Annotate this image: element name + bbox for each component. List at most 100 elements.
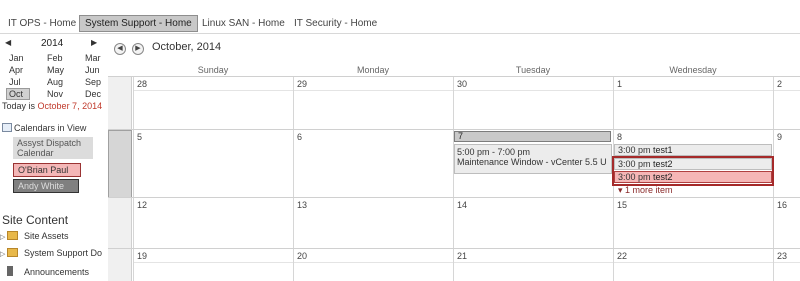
- nav-site-assets[interactable]: ▷ Site Assets: [0, 231, 69, 241]
- event-test1[interactable]: 3:00 pm test1: [614, 144, 772, 156]
- day-cell[interactable]: 29: [293, 77, 453, 130]
- week-selector[interactable]: [108, 249, 132, 281]
- day-number: 12: [137, 200, 148, 210]
- month-apr[interactable]: Apr: [7, 64, 31, 76]
- day-number: 15: [617, 200, 628, 210]
- folder-icon: [7, 248, 18, 257]
- day-cell[interactable]: 2: [773, 77, 800, 130]
- next-month-button[interactable]: ▶: [132, 43, 144, 55]
- day-number: 21: [457, 251, 468, 261]
- day-number: 30: [457, 79, 468, 89]
- month-nov[interactable]: Nov: [45, 88, 69, 100]
- day-cell[interactable]: 19: [133, 249, 293, 281]
- today-label: Today is: [2, 101, 36, 111]
- previous-month-button[interactable]: ◀: [114, 43, 126, 55]
- day-cell[interactable]: 1: [613, 77, 773, 130]
- day-number: 28: [137, 79, 148, 89]
- expand-icon[interactable]: ▷: [0, 250, 6, 258]
- week-selector[interactable]: [108, 77, 132, 130]
- tab-it-security-home[interactable]: IT Security - Home: [288, 15, 383, 32]
- day-cell[interactable]: 13: [293, 198, 453, 249]
- day-cell[interactable]: 16: [773, 198, 800, 249]
- day-cell[interactable]: 5: [133, 130, 293, 198]
- day-number: 5: [137, 132, 143, 142]
- nav-announcements[interactable]: Announcements: [0, 266, 89, 277]
- day-number: 9: [777, 132, 783, 142]
- day-number: 23: [777, 251, 788, 261]
- calendar-obrian-paul[interactable]: O'Brian Paul: [13, 163, 81, 177]
- month-may[interactable]: May: [45, 64, 69, 76]
- tab-linux-san-home[interactable]: Linux SAN - Home: [196, 15, 291, 32]
- day-number: 8: [617, 132, 623, 142]
- day-number: 22: [617, 251, 628, 261]
- announcement-icon: [7, 266, 18, 276]
- week-row: 19 20 21 22 23: [108, 248, 800, 281]
- tab-it-ops-home[interactable]: IT OPS - Home: [2, 15, 82, 32]
- day-number: 13: [297, 200, 308, 210]
- event-time: 3:00 pm: [618, 159, 651, 169]
- week-selector-selected[interactable]: [108, 130, 132, 198]
- calendar-icon: [2, 123, 12, 132]
- nav-site-assets-label: Site Assets: [24, 231, 69, 241]
- month-oct-selected[interactable]: Oct: [6, 88, 30, 100]
- day-number: 6: [297, 132, 303, 142]
- day-cell[interactable]: 22: [613, 249, 773, 281]
- calendar-andy-white[interactable]: Andy White: [13, 179, 79, 193]
- site-content-title: Site Content: [2, 213, 69, 227]
- day-number: 16: [777, 200, 788, 210]
- top-navigation: IT OPS - Home System Support - Home Linu…: [0, 10, 800, 34]
- month-jan[interactable]: Jan: [7, 52, 31, 64]
- day-cell[interactable]: 14: [453, 198, 613, 249]
- year-label: 2014: [41, 38, 64, 49]
- calendars-in-view-title: Calendars in View: [14, 123, 87, 133]
- tab-system-support-home[interactable]: System Support - Home: [79, 15, 198, 32]
- event-title: test2: [653, 172, 673, 182]
- event-time: 3:00 pm: [618, 145, 651, 155]
- event-time: 5:00 pm - 7:00 pm: [457, 147, 531, 157]
- day-cell[interactable]: 12: [133, 198, 293, 249]
- more-items-link[interactable]: ▾ 1 more item: [618, 185, 673, 196]
- day-number: 14: [457, 200, 468, 210]
- month-sep[interactable]: Sep: [83, 76, 107, 88]
- day-cell[interactable]: 20: [293, 249, 453, 281]
- nav-announcements-label: Announcements: [24, 267, 90, 277]
- day-cell[interactable]: 28: [133, 77, 293, 130]
- today-indicator: Today is October 7, 2014: [2, 101, 102, 111]
- day-cell[interactable]: 9: [773, 130, 800, 198]
- expand-icon[interactable]: ▷: [0, 233, 6, 241]
- event-title: test1: [653, 145, 673, 155]
- calendars-in-view-header: Calendars in View: [2, 123, 86, 133]
- day-cell[interactable]: 30: [453, 77, 613, 130]
- month-mar[interactable]: Mar: [83, 52, 107, 64]
- nav-system-support-docs[interactable]: ▷ System Support Do: [0, 248, 102, 258]
- day-cell[interactable]: 21: [453, 249, 613, 281]
- month-aug[interactable]: Aug: [45, 76, 69, 88]
- event-title: Maintenance Window - vCenter 5.5 U: [457, 157, 607, 167]
- folder-icon: [7, 231, 18, 240]
- next-year-icon[interactable]: ▶: [91, 38, 97, 47]
- month-title: October, 2014: [152, 41, 222, 53]
- today-date-link[interactable]: October 7, 2014: [38, 101, 103, 111]
- month-jun[interactable]: Jun: [83, 64, 107, 76]
- week-row: 12 13 14 15 16: [108, 197, 800, 249]
- more-items-label: 1 more item: [625, 185, 673, 195]
- year-navigator: ◀ 2014 ▶: [5, 38, 98, 50]
- month-feb[interactable]: Feb: [45, 52, 69, 64]
- month-jul[interactable]: Jul: [7, 76, 31, 88]
- day-cell[interactable]: 6: [293, 130, 453, 198]
- week-selector[interactable]: [108, 198, 132, 249]
- left-panel: ◀ 2014 ▶ Jan Feb Mar Apr May Jun Jul Aug…: [0, 35, 108, 280]
- event-maintenance-window[interactable]: 5:00 pm - 7:00 pm Maintenance Window - v…: [454, 144, 612, 174]
- event-time: 3:00 pm: [618, 172, 651, 182]
- event-test2[interactable]: 3:00 pm test2: [614, 158, 772, 170]
- event-test2-highlighted[interactable]: 3:00 pm test2: [614, 171, 772, 183]
- nav-system-support-docs-label: System Support Do: [24, 248, 103, 258]
- today-day-number: 7: [454, 131, 611, 142]
- day-number: 19: [137, 251, 148, 261]
- month-dec[interactable]: Dec: [83, 88, 107, 100]
- calendar-assyst-dispatch[interactable]: Assyst Dispatch Calendar: [13, 137, 93, 159]
- day-cell[interactable]: 23: [773, 249, 800, 281]
- week-row: 5 6 8 9 7 5:00 pm - 7:00 pm Maintenance …: [108, 129, 800, 198]
- day-cell[interactable]: 15: [613, 198, 773, 249]
- previous-year-icon[interactable]: ◀: [5, 38, 11, 47]
